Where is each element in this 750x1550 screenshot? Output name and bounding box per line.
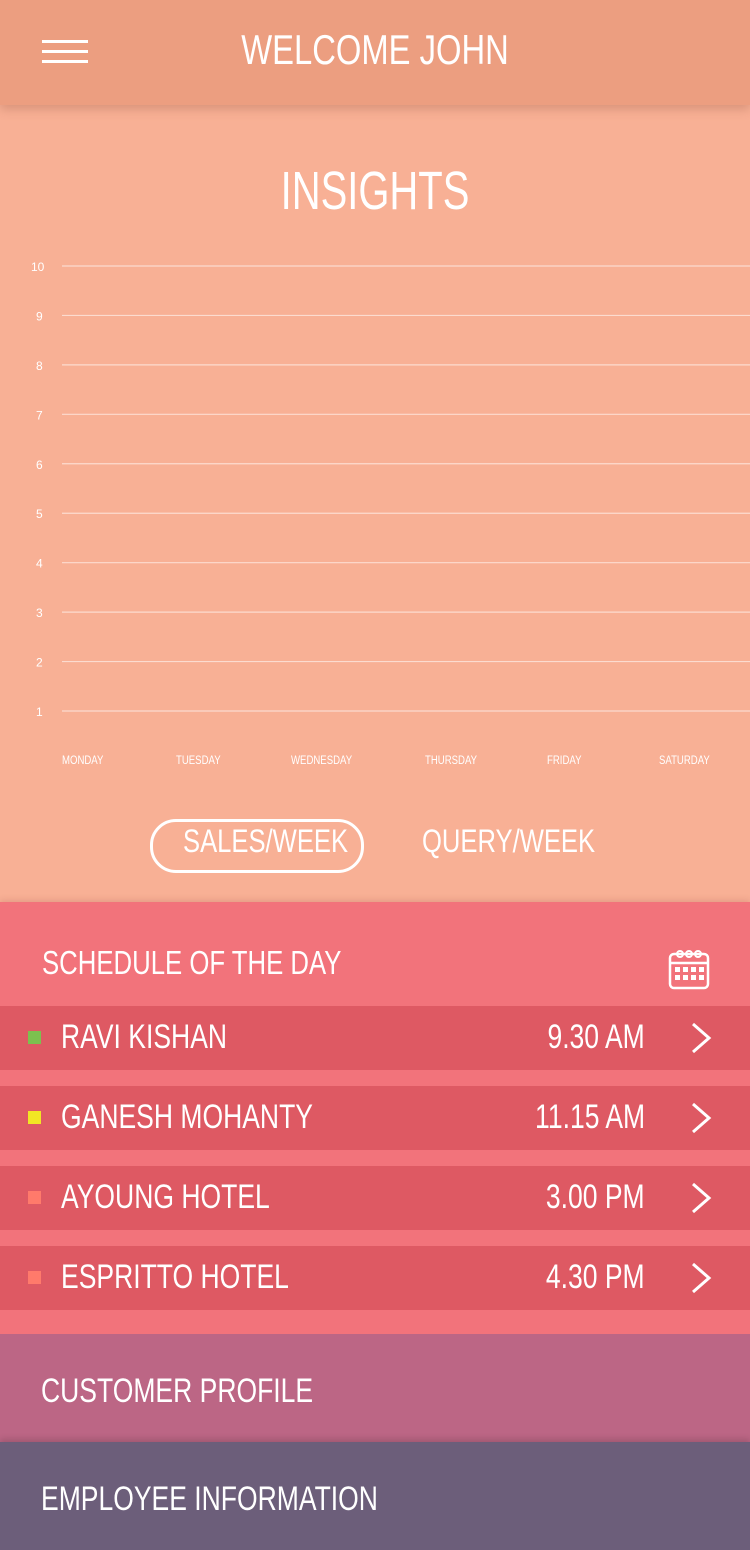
status-dot xyxy=(28,1031,41,1044)
x-tick-label: TUESDAY xyxy=(176,754,221,767)
schedule-time: 3.00 PM xyxy=(546,1178,645,1216)
x-tick-label: WEDNESDAY xyxy=(291,754,352,767)
schedule-row[interactable]: RAVI KISHAN 9.30 AM xyxy=(0,1006,750,1070)
schedule-name: GANESH MOHANTY xyxy=(61,1098,313,1136)
schedule-name: AYOUNG HOTEL xyxy=(61,1178,270,1216)
schedule-name: ESPRITTO HOTEL xyxy=(61,1258,289,1296)
schedule-title: SCHEDULE OF THE DAY xyxy=(42,944,342,981)
schedule-panel: SCHEDULE OF THE DAY RAVI KISHAN 9.30 AM … xyxy=(0,902,750,1334)
y-tick-label: 2 xyxy=(36,656,43,670)
y-tick-label: 5 xyxy=(36,507,43,521)
calendar-icon[interactable] xyxy=(668,948,710,990)
schedule-time: 4.30 PM xyxy=(546,1258,645,1296)
schedule-time: 11.15 AM xyxy=(534,1098,645,1136)
employee-information-label: EMPLOYEE INFORMATION xyxy=(41,1480,378,1518)
menu-bar-top xyxy=(42,40,88,43)
employee-information-section[interactable]: EMPLOYEE INFORMATION xyxy=(0,1442,750,1550)
schedule-time: 9.30 AM xyxy=(547,1018,645,1056)
schedule-row[interactable]: AYOUNG HOTEL 3.00 PM xyxy=(0,1166,750,1230)
y-tick-label: 6 xyxy=(36,458,43,472)
x-tick-label: SATURDAY xyxy=(659,754,710,767)
schedule-name: RAVI KISHAN xyxy=(61,1018,228,1056)
y-tick-label: 10 xyxy=(31,260,45,274)
x-tick-label: FRIDAY xyxy=(547,754,581,767)
tab-sales-week-label[interactable]: SALES/WEEK xyxy=(183,823,348,860)
menu-bar-bottom xyxy=(42,60,88,63)
chevron-right-icon[interactable] xyxy=(690,1102,712,1134)
app-header: WELCOME JOHN xyxy=(0,0,750,105)
y-tick-label: 4 xyxy=(36,557,43,571)
customer-profile-section[interactable]: CUSTOMER PROFILE xyxy=(0,1334,750,1442)
y-tick-label: 9 xyxy=(36,309,43,323)
status-dot xyxy=(28,1111,41,1124)
chevron-right-icon[interactable] xyxy=(690,1262,712,1294)
menu-bar-middle xyxy=(42,50,88,53)
status-dot xyxy=(28,1271,41,1284)
y-tick-label: 8 xyxy=(36,359,43,373)
header-title: WELCOME JOHN xyxy=(241,26,509,73)
insights-panel: INSIGHTS 1 2 3 4 5 6 7 8 9 10 MONDAY TUESDAY WEDNESD… xyxy=(0,105,750,902)
insights-chart: 1 2 3 4 5 6 7 8 9 10 MONDAY TUESDAY WEDNESDAY THURSDA… xyxy=(31,260,750,767)
status-dot xyxy=(28,1191,41,1204)
customer-profile-label: CUSTOMER PROFILE xyxy=(41,1372,314,1410)
chevron-right-icon[interactable] xyxy=(690,1182,712,1214)
x-tick-label: MONDAY xyxy=(62,754,103,767)
schedule-row[interactable]: ESPRITTO HOTEL 4.30 PM xyxy=(0,1246,750,1310)
chevron-right-icon[interactable] xyxy=(690,1022,712,1054)
y-tick-label: 3 xyxy=(36,606,43,620)
y-tick-label: 7 xyxy=(36,408,43,422)
x-tick-label: THURSDAY xyxy=(425,754,477,767)
tab-query-week[interactable]: QUERY/WEEK xyxy=(422,823,595,860)
schedule-row[interactable]: GANESH MOHANTY 11.15 AM xyxy=(0,1086,750,1150)
y-tick-label: 1 xyxy=(36,705,43,719)
